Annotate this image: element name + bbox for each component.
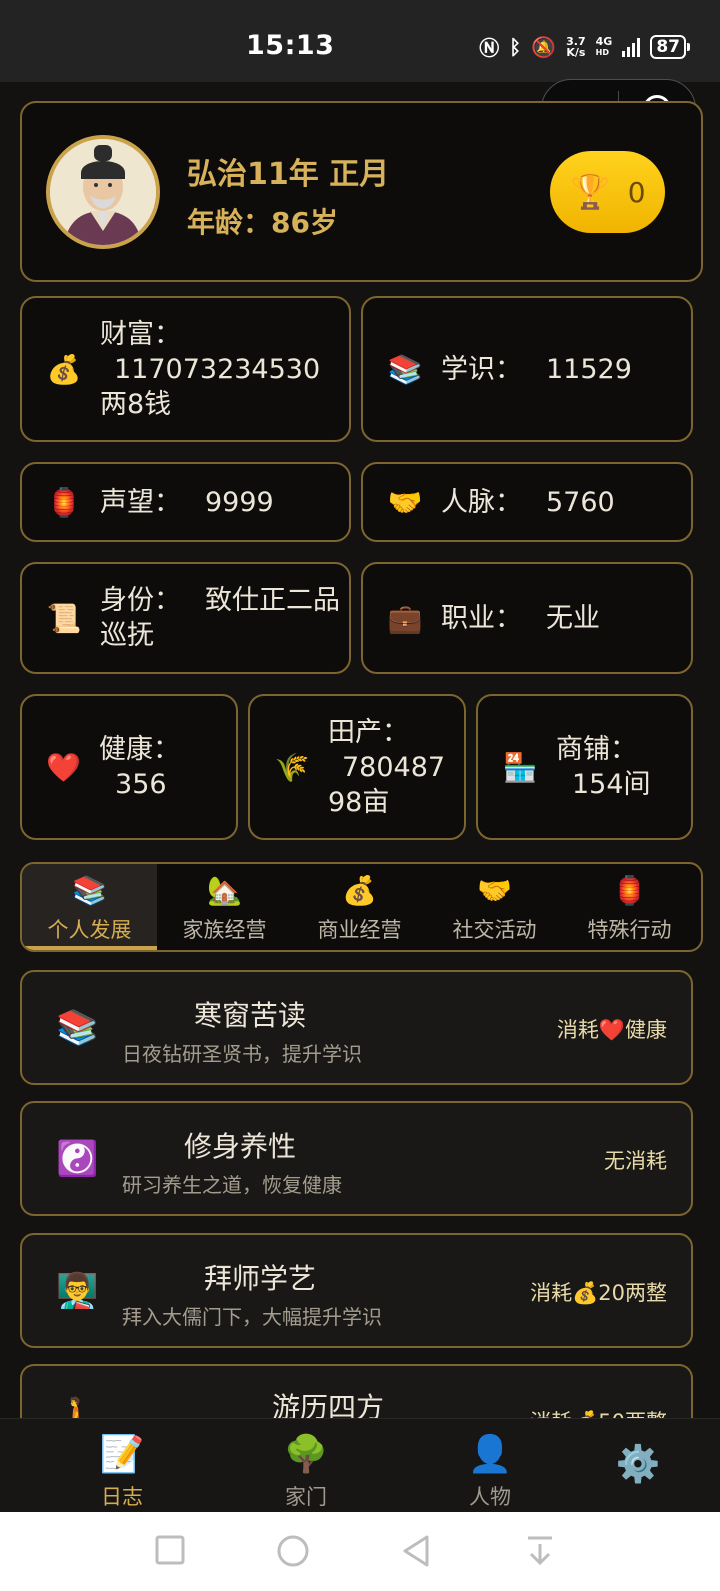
status-time: 15:13: [246, 30, 335, 61]
stat-value: 356: [115, 769, 167, 800]
stat-value: 11529: [546, 353, 632, 385]
stat-occupation: 💼 职业： 无业: [361, 562, 693, 674]
action-cost: 无消耗: [604, 1149, 667, 1173]
stat-reputation: 🏮 声望： 9999: [20, 462, 351, 542]
elder-portrait-icon: [50, 139, 156, 245]
stat-connections: 🤝 人脉： 5760: [361, 462, 693, 542]
stat-value: 5760: [546, 486, 615, 518]
gear-icon: ⚙️: [615, 1444, 661, 1485]
action-cultivate[interactable]: ☯️ 修身养性 研习养生之道，恢复健康 无消耗: [20, 1101, 693, 1216]
person-icon: 👤: [467, 1434, 513, 1475]
stat-identity: 📜 身份： 致仕正二品巡抚: [20, 562, 351, 674]
achievement-button[interactable]: 🏆 0: [550, 151, 665, 233]
battery-indicator: 87: [650, 34, 690, 59]
tab-business[interactable]: 💰 商业经营: [292, 864, 427, 950]
rice-icon: 🌾: [274, 750, 310, 784]
books-icon: 📚: [72, 874, 107, 907]
character-age: 年龄：86岁: [187, 206, 338, 239]
stat-knowledge: 📚 学识： 11529: [361, 296, 693, 442]
action-apprentice[interactable]: 👨‍🏫 拜师学艺 拜入大儒门下，大幅提升学识 消耗💰20两整: [20, 1233, 693, 1348]
stat-label: 身份：: [100, 585, 181, 616]
scroll-icon: 📜: [46, 601, 82, 635]
network-speed: 3.7 K/s: [566, 34, 586, 59]
network-type: 4G HD: [595, 34, 613, 57]
back-triangle-icon[interactable]: [400, 1534, 432, 1568]
action-travel[interactable]: 🚶 游历四方 消耗💰50两整: [20, 1364, 693, 1424]
stat-label: 商铺：: [556, 734, 637, 765]
game-date: 弘治11年 正月: [187, 157, 390, 192]
stat-label: 人脉：: [441, 486, 522, 518]
action-description: 日夜钻研圣贤书，提升学识: [122, 1042, 362, 1066]
action-title: 修身养性: [184, 1130, 297, 1163]
books-icon: 📚: [56, 1008, 99, 1048]
action-cost: 消耗❤️健康: [556, 1018, 667, 1042]
profile-card: 弘治11年 正月 年龄：86岁 🏆 0: [20, 101, 703, 282]
nav-family[interactable]: 🌳 家门: [246, 1433, 366, 1511]
shop-icon: 🏪: [502, 750, 538, 784]
bottom-nav: 📝 日志 🌳 家门 👤 人物 ⚙️: [0, 1418, 720, 1513]
briefcase-icon: 💼: [387, 601, 423, 635]
books-icon: 📚: [387, 352, 423, 386]
house-icon: 🏡: [207, 874, 242, 907]
trophy-count: 0: [627, 175, 646, 209]
action-title: 寒窗苦读: [194, 999, 307, 1032]
bluetooth-icon: ᛒ: [509, 34, 522, 59]
action-description: 研习养生之道，恢复健康: [122, 1173, 342, 1197]
handshake-icon: 🤝: [387, 485, 423, 519]
tab-family-management[interactable]: 🏡 家族经营: [157, 864, 292, 950]
notification-pull-icon[interactable]: [524, 1534, 556, 1568]
nav-settings[interactable]: ⚙️: [578, 1433, 698, 1487]
action-cost: 消耗💰20两整: [530, 1281, 667, 1305]
action-study[interactable]: 📚 寒窗苦读 日夜钻研圣贤书，提升学识 消耗❤️健康: [20, 970, 693, 1085]
tab-social[interactable]: 🤝 社交活动: [427, 864, 562, 950]
stat-farmland: 🌾 田产： 78048798亩: [248, 694, 466, 840]
teacher-icon: 👨‍🏫: [56, 1271, 99, 1311]
avatar[interactable]: [46, 135, 160, 249]
recents-square-icon[interactable]: [154, 1534, 186, 1566]
money-bag-icon: 💰: [46, 352, 82, 386]
action-title: 拜师学艺: [204, 1262, 317, 1295]
stat-health: ❤️ 健康： 356: [20, 694, 238, 840]
stat-value: 117073234530两8钱: [100, 353, 321, 420]
stat-label: 财富：: [100, 318, 181, 350]
lantern-icon: 🏮: [612, 874, 647, 907]
stat-value: 78048798亩: [328, 751, 446, 818]
stat-value: 154间: [572, 769, 651, 800]
status-bar: 15:13 Ⓝ ᛒ 🔕 3.7 K/s 4G HD 87: [0, 0, 720, 82]
yin-yang-icon: ☯️: [56, 1139, 99, 1179]
nav-log[interactable]: 📝 日志: [62, 1433, 182, 1511]
stat-label: 健康：: [99, 734, 181, 765]
nfc-icon: Ⓝ: [479, 36, 500, 60]
action-description: 拜入大儒门下，大幅提升学识: [122, 1305, 382, 1329]
tab-special[interactable]: 🏮 特殊行动: [562, 864, 697, 950]
trophy-icon: 🏆: [569, 172, 612, 212]
signal-icon: [622, 37, 641, 57]
lantern-icon: 🏮: [46, 485, 82, 519]
heart-icon: ❤️: [46, 750, 81, 784]
stat-shops: 🏪 商铺： 154间: [476, 694, 693, 840]
tab-personal-development[interactable]: 📚 个人发展: [22, 864, 157, 950]
stat-wealth: 💰 财富： 117073234530两8钱: [20, 296, 351, 442]
money-bag-icon: 💰: [342, 874, 377, 907]
stat-label: 田产：: [328, 716, 409, 748]
status-icons: Ⓝ ᛒ 🔕 3.7 K/s 4G HD 87: [479, 32, 690, 61]
handshake-icon: 🤝: [477, 874, 512, 907]
stat-label: 学识：: [441, 353, 522, 385]
memo-icon: 📝: [99, 1434, 145, 1475]
home-circle-icon[interactable]: [276, 1534, 310, 1568]
stat-label: 声望：: [100, 486, 181, 518]
mute-icon: 🔕: [531, 34, 557, 59]
system-nav-bar: [0, 1512, 720, 1591]
stat-value: 9999: [205, 486, 274, 518]
nav-character[interactable]: 👤 人物: [430, 1433, 550, 1511]
tree-icon: 🌳: [283, 1434, 329, 1475]
category-tabs: 📚 个人发展 🏡 家族经营 💰 商业经营 🤝 社交活动 🏮 特殊行动: [20, 862, 703, 952]
stat-value: 无业: [546, 602, 600, 634]
stat-label: 职业：: [441, 602, 522, 634]
